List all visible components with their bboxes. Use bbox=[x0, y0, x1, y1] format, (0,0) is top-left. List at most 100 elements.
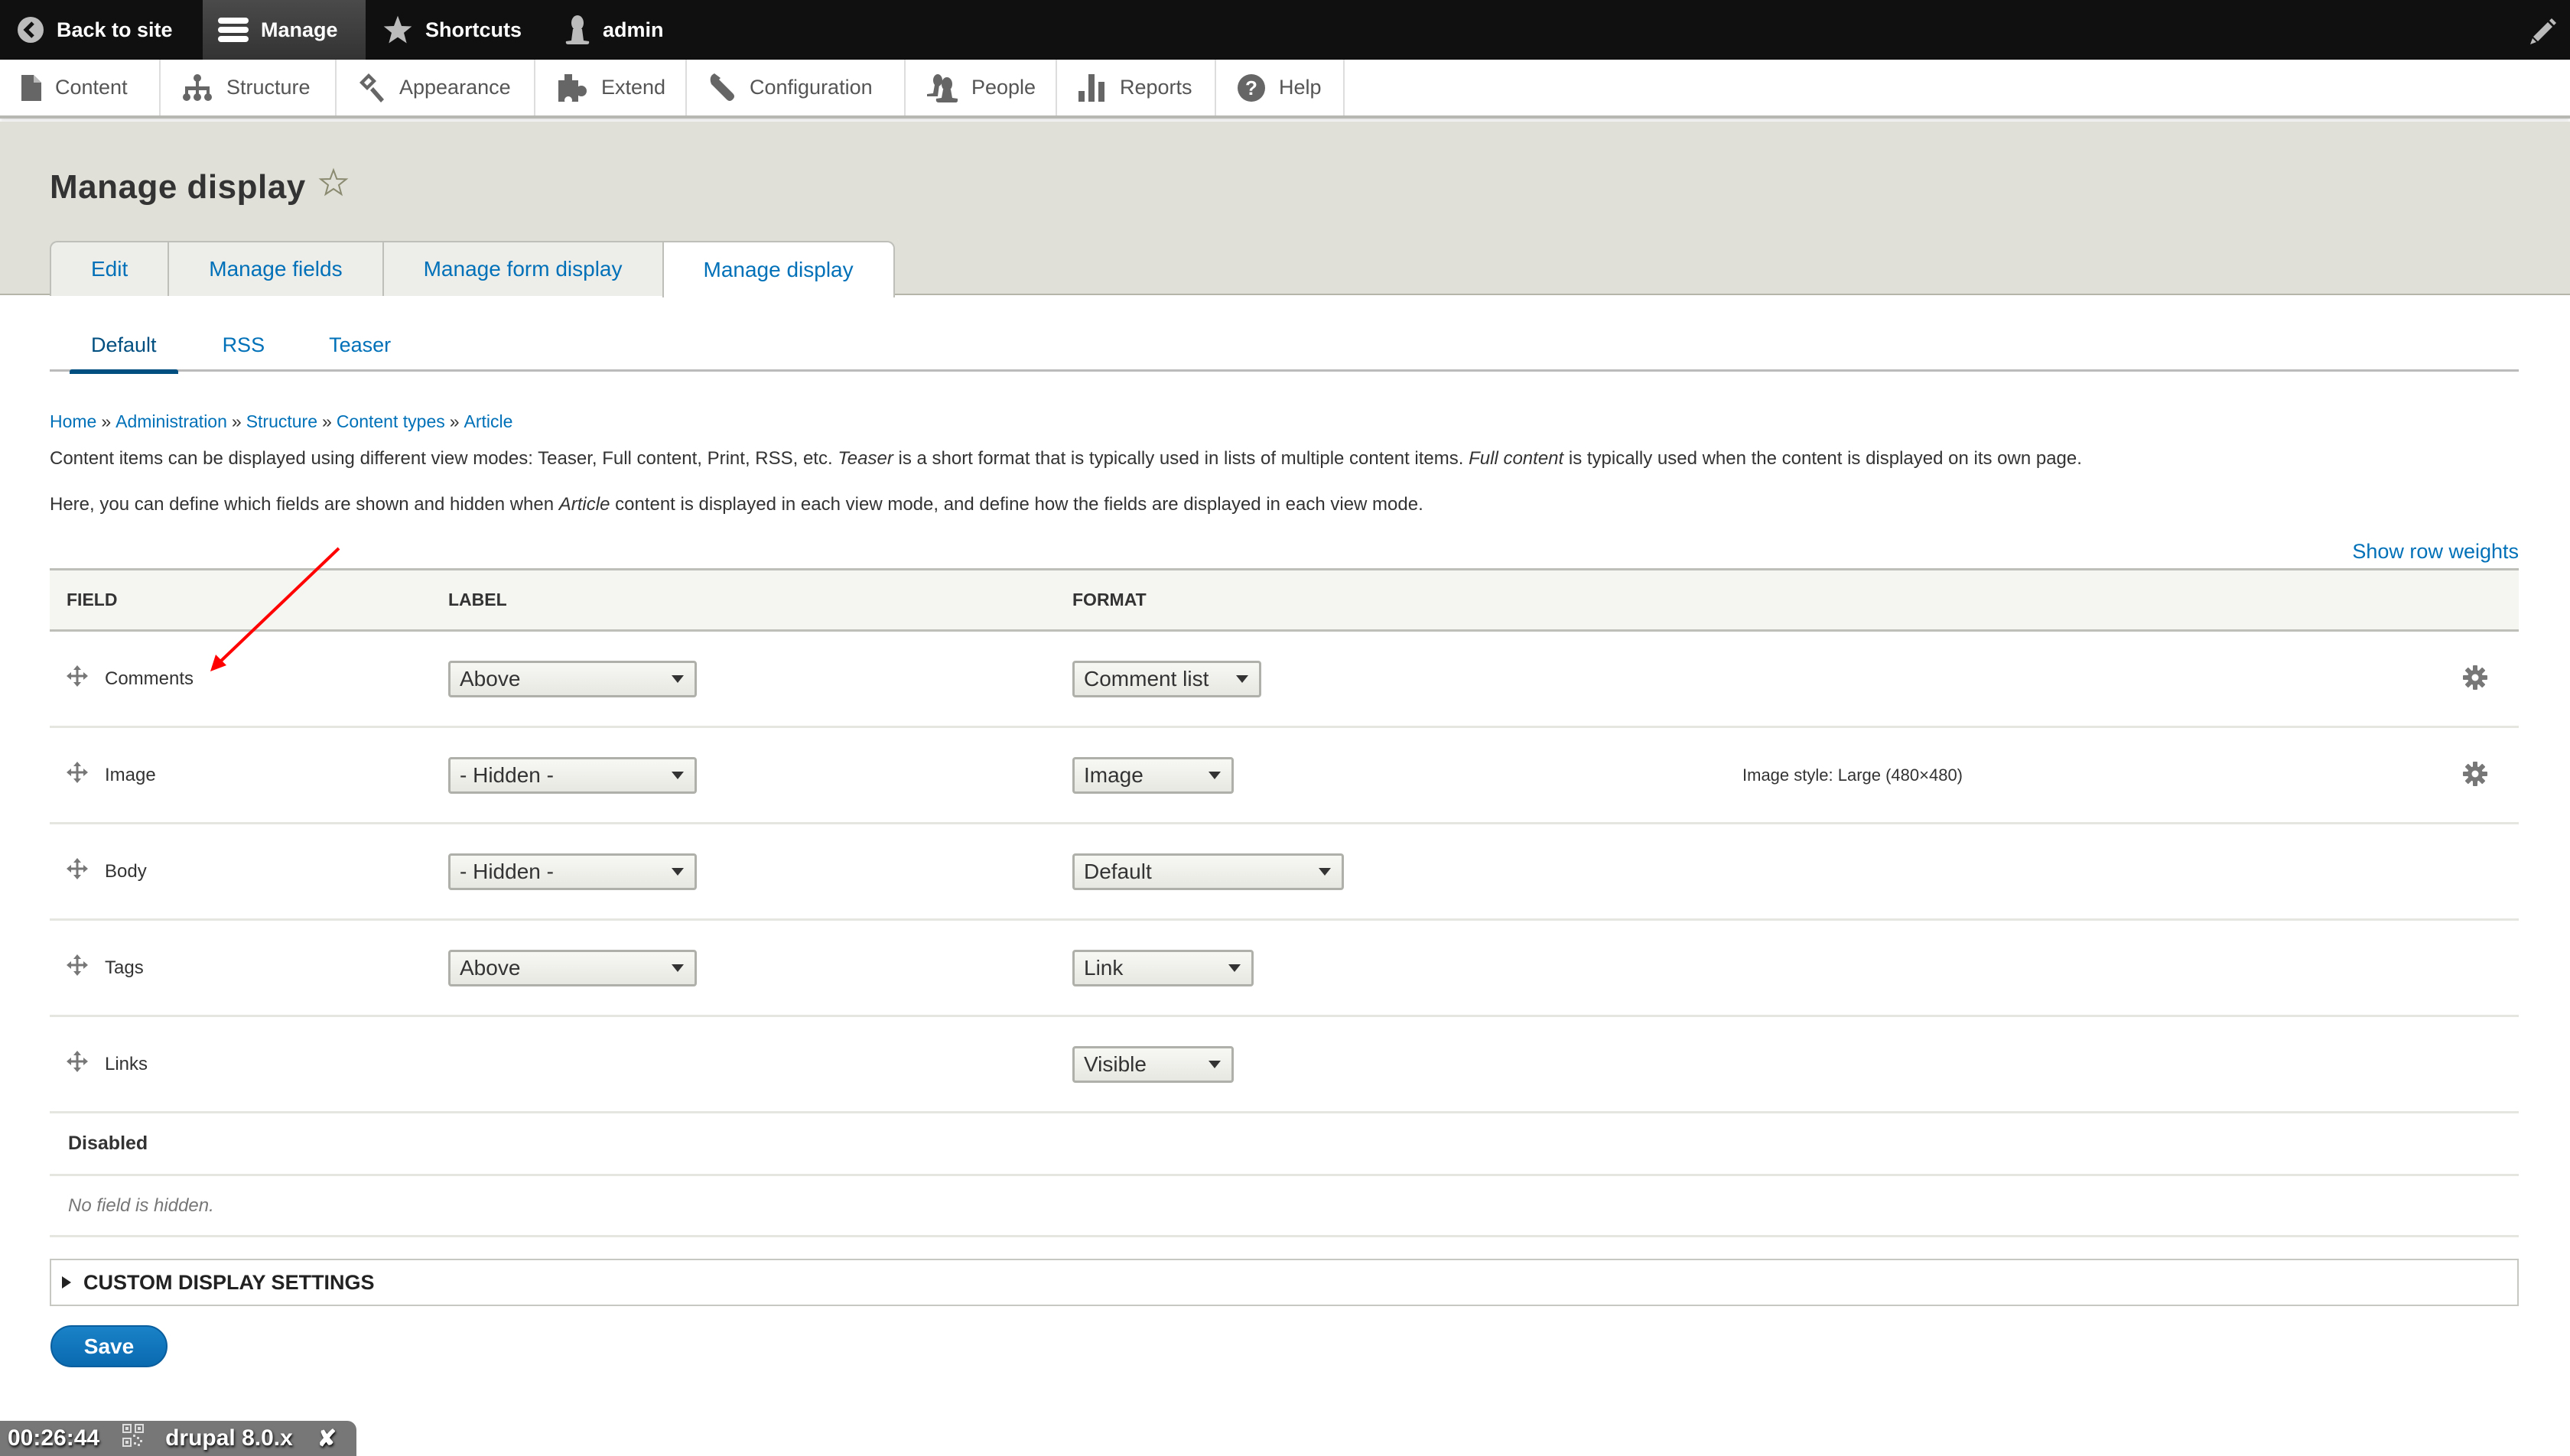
dropdown-arrow-icon bbox=[1236, 674, 1248, 683]
overlay-close-button[interactable]: ✘ bbox=[317, 1425, 337, 1452]
sitemap-icon bbox=[183, 73, 212, 101]
column-header-field: Field bbox=[67, 590, 118, 609]
label-display-select[interactable]: Above bbox=[448, 949, 697, 986]
format-summary: Image style: Large (480×480) bbox=[1742, 765, 1963, 785]
tab-manage-form-display[interactable]: Manage form display bbox=[382, 241, 662, 296]
tray-item-content[interactable]: Content bbox=[0, 60, 161, 115]
tray-item-appearance[interactable]: Appearance bbox=[337, 60, 535, 115]
move-arrows-icon bbox=[67, 858, 88, 879]
format-select[interactable]: Image bbox=[1072, 756, 1234, 794]
help-text-segment: Content items can be displayed using dif… bbox=[50, 448, 838, 469]
details-summary: Custom display settings bbox=[83, 1270, 375, 1294]
select-value: Above bbox=[460, 666, 521, 691]
format-settings-button[interactable] bbox=[2463, 665, 2487, 693]
field-name: Tags bbox=[105, 957, 144, 978]
dropdown-arrow-icon bbox=[672, 674, 684, 683]
settings-cell bbox=[2463, 632, 2487, 726]
breadcrumb-separator: » bbox=[231, 411, 242, 431]
page-header: Manage display Edit Manage fields Manage… bbox=[0, 122, 2570, 297]
subtab-teaser[interactable]: Teaser bbox=[309, 318, 411, 372]
breadcrumb-article[interactable]: Article bbox=[464, 411, 513, 431]
breadcrumb-content-types[interactable]: Content types bbox=[337, 411, 445, 431]
tab-manage-fields[interactable]: Manage fields bbox=[168, 241, 382, 296]
format-cell: Visible bbox=[1072, 1017, 1234, 1111]
gear-icon bbox=[2463, 761, 2487, 786]
gear-icon bbox=[2463, 665, 2487, 690]
people-icon bbox=[927, 73, 958, 102]
tray-label: Extend bbox=[601, 76, 666, 99]
add-shortcut-star-button[interactable] bbox=[318, 167, 349, 206]
user-tab[interactable]: admin bbox=[564, 0, 664, 60]
tray-item-help[interactable]: ? Help bbox=[1216, 60, 1345, 115]
drag-handle[interactable] bbox=[67, 954, 105, 981]
breadcrumb-home[interactable]: Home bbox=[50, 411, 96, 431]
subtab-rss[interactable]: RSS bbox=[203, 318, 285, 372]
edit-pencil-button[interactable] bbox=[2529, 15, 2559, 46]
svg-text:?: ? bbox=[1245, 76, 1257, 99]
tray-item-people[interactable]: People bbox=[906, 60, 1057, 115]
breadcrumb-administration[interactable]: Administration bbox=[115, 411, 227, 431]
help-text-segment: content is displayed in each view mode, … bbox=[610, 494, 1423, 515]
tray-item-reports[interactable]: Reports bbox=[1057, 60, 1216, 115]
dropdown-arrow-icon bbox=[1209, 771, 1221, 779]
breadcrumb: Home» Administration» Structure» Content ty… bbox=[50, 411, 512, 432]
manage-tab[interactable]: Manage bbox=[203, 0, 366, 60]
label-cell: Above bbox=[448, 921, 697, 1015]
tray-label: Configuration bbox=[750, 76, 873, 99]
drag-handle[interactable] bbox=[67, 762, 105, 788]
user-label: admin bbox=[603, 18, 664, 41]
label-display-select[interactable]: Above bbox=[448, 660, 697, 697]
back-to-site-label: Back to site bbox=[57, 18, 173, 41]
format-cell: Default bbox=[1072, 824, 1344, 918]
overlay-label: drupal 8.0.x bbox=[165, 1425, 293, 1451]
table-header: Field Label Format bbox=[50, 568, 2519, 632]
select-value: Visible bbox=[1084, 1051, 1147, 1076]
drag-handle[interactable] bbox=[67, 1051, 105, 1077]
save-button[interactable]: Save bbox=[50, 1325, 168, 1367]
format-select[interactable]: Link bbox=[1072, 949, 1254, 986]
breadcrumb-structure[interactable]: Structure bbox=[246, 411, 317, 431]
move-arrows-icon bbox=[67, 665, 88, 687]
qr-code-icon bbox=[122, 1424, 145, 1453]
select-value: Image bbox=[1084, 762, 1143, 787]
field-name: Comments bbox=[105, 668, 194, 689]
back-to-site-link[interactable]: Back to site bbox=[17, 0, 173, 60]
subtab-default[interactable]: Default bbox=[70, 318, 178, 374]
field-cell: Links bbox=[67, 1017, 148, 1111]
table-row-body: Body - Hidden - Default bbox=[50, 824, 2519, 921]
star-outline-icon bbox=[318, 167, 349, 197]
file-icon bbox=[21, 74, 41, 101]
label-display-select[interactable]: - Hidden - bbox=[448, 756, 697, 794]
select-value: Comment list bbox=[1084, 666, 1209, 691]
drag-handle[interactable] bbox=[67, 665, 105, 692]
dropdown-arrow-icon bbox=[672, 867, 684, 876]
tray-item-configuration[interactable]: Configuration bbox=[687, 60, 906, 115]
tray-item-structure[interactable]: Structure bbox=[161, 60, 337, 115]
user-icon bbox=[565, 15, 590, 44]
format-select[interactable]: Comment list bbox=[1072, 660, 1261, 697]
disabled-region-empty-message: No field is hidden. bbox=[50, 1176, 2519, 1237]
custom-display-settings-toggle[interactable]: Custom display settings bbox=[50, 1259, 2519, 1306]
format-select[interactable]: Visible bbox=[1072, 1045, 1234, 1083]
tray-item-extend[interactable]: Extend bbox=[535, 60, 687, 115]
breadcrumb-separator: » bbox=[101, 411, 112, 431]
format-settings-button[interactable] bbox=[2463, 761, 2487, 789]
help-text-segment: is typically used when the content is di… bbox=[1563, 448, 2082, 469]
page-title: Manage display bbox=[50, 167, 349, 206]
shortcuts-label: Shortcuts bbox=[425, 18, 522, 41]
disabled-region-title: Disabled bbox=[50, 1113, 2519, 1176]
select-value: Default bbox=[1084, 859, 1152, 883]
tab-manage-display[interactable]: Manage display bbox=[662, 241, 895, 297]
drag-handle[interactable] bbox=[67, 858, 105, 885]
format-cell: Image bbox=[1072, 728, 1234, 822]
format-select[interactable]: Default bbox=[1072, 853, 1344, 890]
recording-overlay: 00:26:44 drupal 8.0.x ✘ bbox=[0, 1421, 356, 1456]
tray-label: Content bbox=[55, 76, 128, 99]
primary-tabs: Edit Manage fields Manage form display M… bbox=[50, 241, 895, 297]
label-display-select[interactable]: - Hidden - bbox=[448, 853, 697, 890]
dropdown-arrow-icon bbox=[1228, 964, 1241, 972]
tab-edit[interactable]: Edit bbox=[50, 241, 168, 296]
label-cell: - Hidden - bbox=[448, 824, 697, 918]
shortcuts-tab[interactable]: Shortcuts bbox=[382, 0, 522, 60]
show-row-weights-link[interactable]: Show row weights bbox=[2352, 540, 2519, 564]
